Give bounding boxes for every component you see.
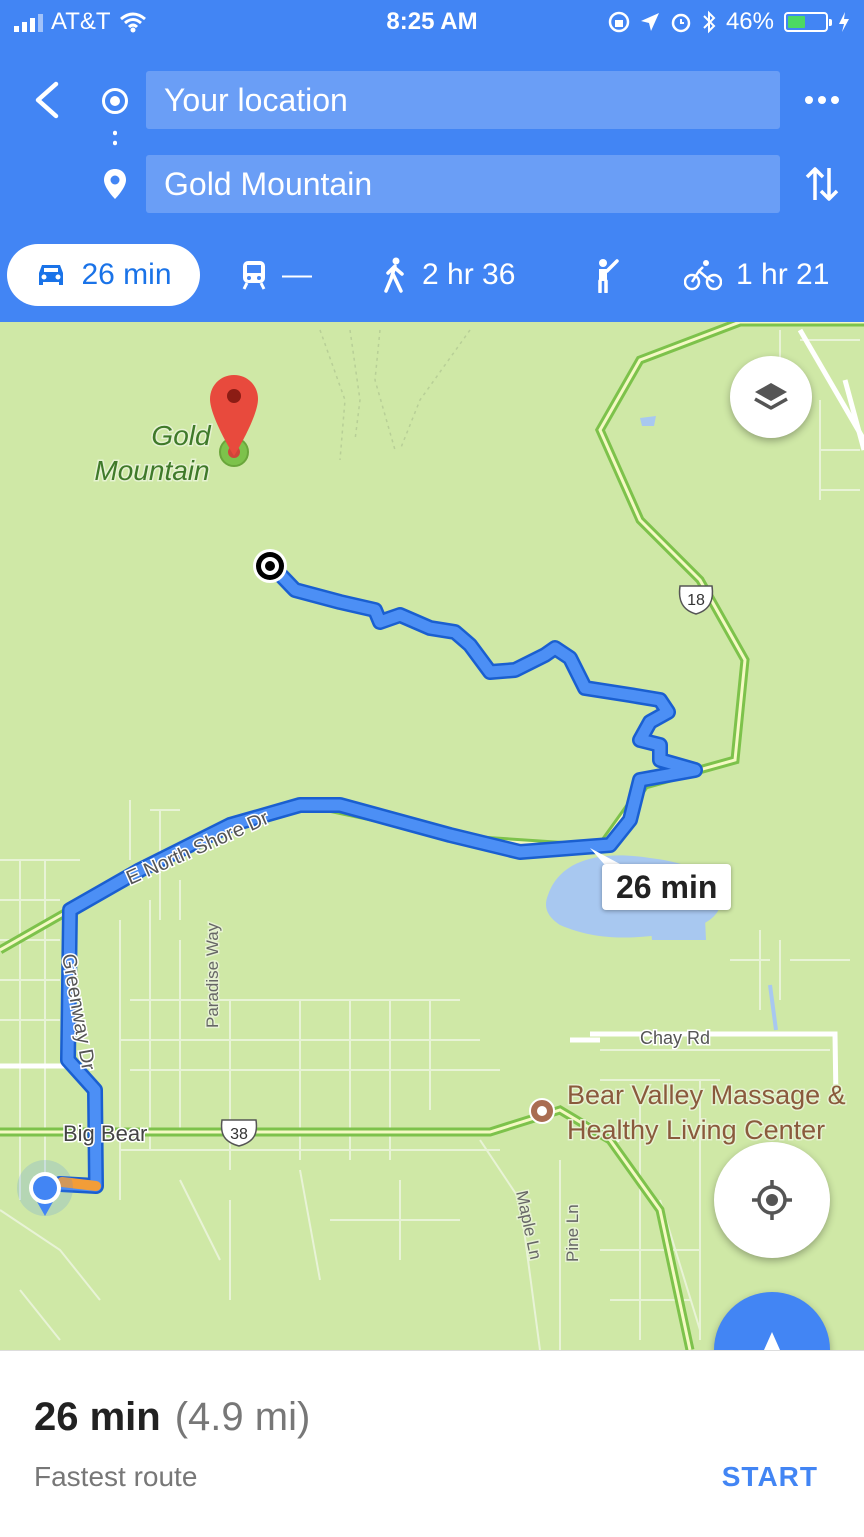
poi-marker (529, 1098, 555, 1124)
route-distance: (4.9 mi) (174, 1395, 311, 1439)
start-button[interactable]: START (722, 1461, 818, 1493)
paradise-label: Paradise Way (203, 922, 222, 1028)
tab-bike[interactable]: 1 hr 21 (684, 244, 829, 306)
route-duration-callout[interactable]: 26 min (602, 864, 732, 910)
layers-icon (754, 383, 788, 410)
route-subtitle: Fastest route (34, 1461, 198, 1492)
hwy-18-shield: 18 (678, 585, 714, 615)
route-destination-target (253, 549, 287, 583)
tab-drive[interactable]: 26 min (7, 244, 200, 306)
poi-label-2: Healthy Living Center (567, 1115, 825, 1145)
svg-text:38: 38 (230, 1126, 248, 1143)
destination-pin-icon (104, 169, 126, 199)
train-icon (242, 261, 266, 290)
walk-icon (384, 257, 404, 293)
origin-field[interactable]: Your location (146, 71, 780, 129)
tab-ride[interactable] (590, 244, 620, 306)
alarm-icon (671, 13, 691, 33)
route-summary-panel: 26 min (4.9 mi) Fastest route START (0, 1350, 864, 1537)
route-duration: 26 min (34, 1395, 161, 1439)
charging-icon (839, 12, 849, 32)
travel-mode-tabs: 26 min — 2 hr 36 1 hr 21 (0, 244, 864, 308)
destination-pin-marker (210, 375, 258, 467)
rotation-lock-icon (608, 11, 630, 33)
location-arrow-icon (640, 13, 659, 31)
directions-header: AT&T 8:25 AM 46% Your location Gold Moun (0, 0, 864, 322)
swap-icon[interactable] (804, 164, 840, 204)
gold-mountain-label-2: Mountain (94, 455, 209, 486)
big-bear-label: Big Bear (63, 1121, 147, 1146)
tab-drive-label: 26 min (81, 258, 172, 291)
trails (319, 329, 471, 461)
tab-bike-label: 1 hr 21 (736, 258, 830, 291)
tab-walk[interactable]: 2 hr 36 (382, 244, 515, 306)
more-options-icon[interactable] (802, 86, 842, 114)
tab-transit-label: — (282, 258, 312, 291)
status-right: 46% (608, 8, 850, 36)
chay-label: Chay Rd (640, 1028, 710, 1048)
poi-label-1: Bear Valley Massage & (567, 1080, 846, 1110)
car-icon (39, 265, 64, 285)
battery-percent: 46% (725, 8, 774, 35)
layers-button[interactable] (730, 356, 812, 438)
origin-dot-icon (102, 88, 128, 114)
maple-label: Maple Ln (512, 1189, 545, 1261)
battery-icon (784, 12, 832, 32)
hwy-38-shield: 38 (220, 1119, 258, 1147)
status-bar: AT&T 8:25 AM 46% (0, 0, 864, 44)
current-location-marker (17, 1160, 73, 1216)
my-location-button[interactable] (714, 1142, 830, 1258)
ride-icon (598, 259, 619, 293)
destination-field[interactable]: Gold Mountain (146, 155, 780, 213)
north-shore-label: E North Shore Dr (123, 807, 272, 890)
pine-label: Pine Ln (563, 1204, 582, 1262)
crosshair-icon (752, 1180, 792, 1220)
bluetooth-icon (703, 10, 716, 34)
route-summary: 26 min (4.9 mi) (34, 1395, 310, 1440)
svg-text:18: 18 (687, 592, 705, 609)
route-connector (113, 128, 117, 150)
back-arrow-icon[interactable] (28, 78, 68, 122)
bike-icon (684, 260, 722, 291)
gold-mountain-label-1: Gold (151, 420, 212, 451)
tab-transit[interactable]: — (240, 244, 312, 306)
tab-walk-label: 2 hr 36 (422, 258, 516, 291)
